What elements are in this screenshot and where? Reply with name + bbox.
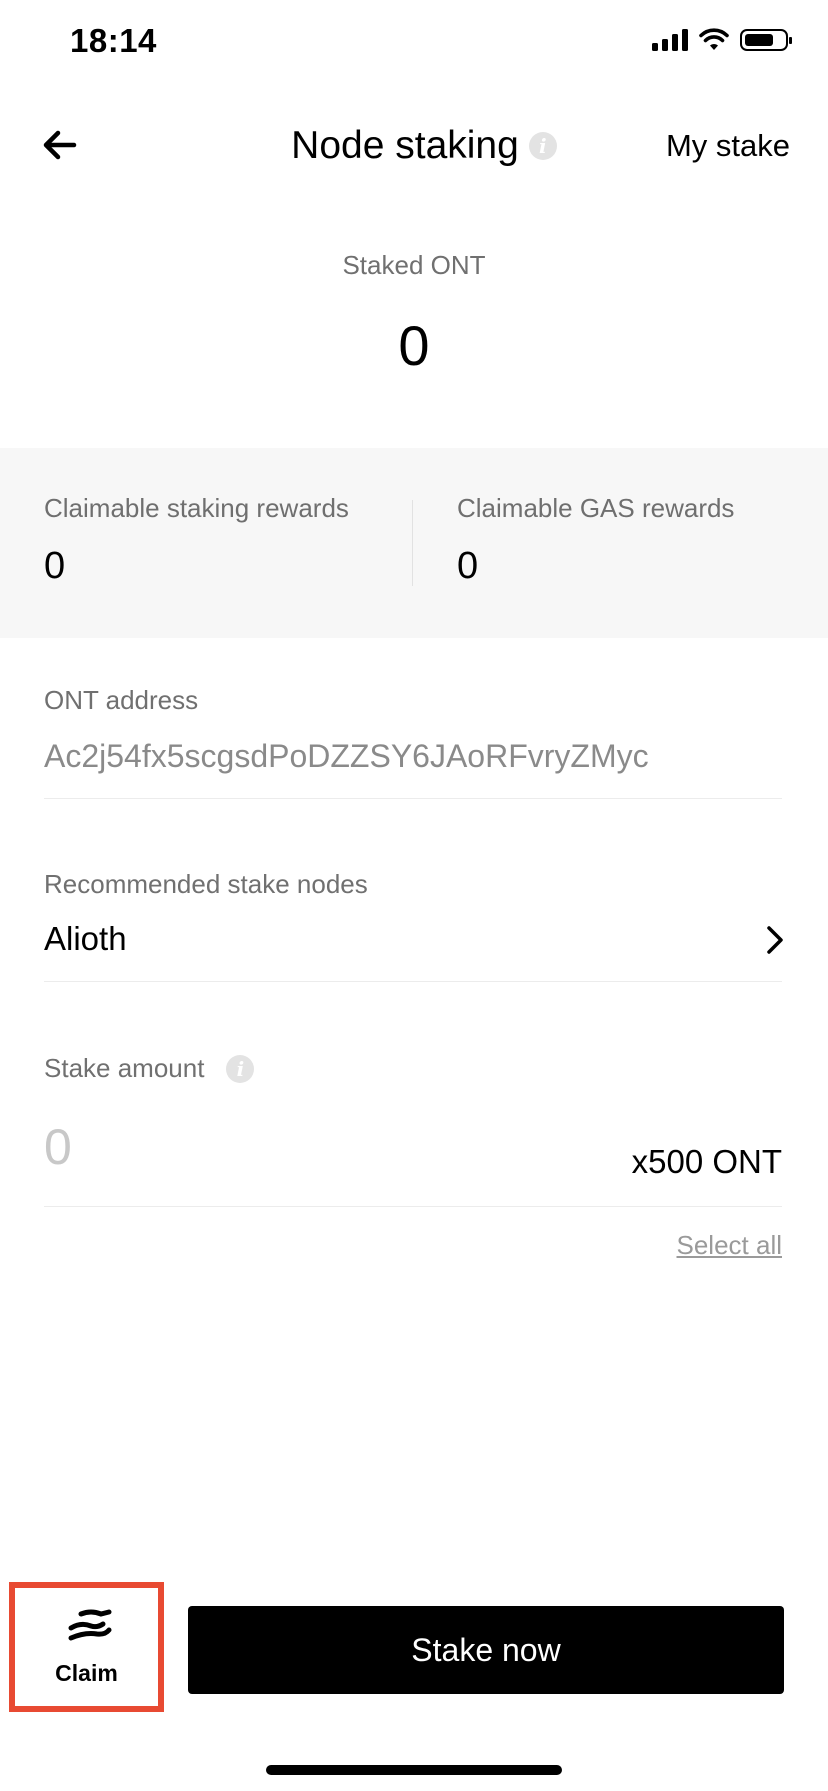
- info-icon[interactable]: i: [528, 132, 557, 160]
- select-all-link[interactable]: Select all: [677, 1230, 783, 1261]
- ont-address-value: Ac2j54fx5scgsdPoDZZSY6JAoRFvryZMyc: [44, 738, 649, 774]
- status-time: 18:14: [70, 22, 157, 59]
- stake-now-button[interactable]: Stake now: [188, 1606, 784, 1694]
- staked-ont-label: Staked ONT: [342, 250, 486, 280]
- stake-amount-label: Stake amount: [44, 1053, 205, 1083]
- staked-ont-value: 0: [398, 314, 430, 377]
- gas-rewards-label: Claimable GAS rewards: [457, 493, 735, 523]
- ont-address-label: ONT address: [44, 685, 199, 715]
- divider: [44, 798, 782, 799]
- stake-amount-input[interactable]: [44, 1118, 524, 1176]
- claim-button[interactable]: Claim: [9, 1582, 164, 1712]
- stake-unit-label: x500 ONT: [631, 1143, 782, 1180]
- stake-now-label: Stake now: [411, 1631, 561, 1668]
- info-icon[interactable]: i: [226, 1054, 255, 1083]
- gas-rewards-value: 0: [457, 545, 479, 587]
- rewards-divider: [412, 500, 413, 586]
- cellular-signal-icon: [652, 29, 688, 51]
- wifi-icon: [699, 28, 729, 50]
- page-title: Node staking i: [291, 124, 557, 168]
- rewards-panel: Claimable staking rewards 0 Claimable GA…: [0, 448, 828, 638]
- battery-icon: [740, 29, 792, 51]
- divider: [44, 981, 782, 982]
- chevron-right-icon[interactable]: [760, 924, 790, 956]
- selected-node[interactable]: Alioth: [44, 920, 127, 958]
- page-title-text: Node staking: [291, 124, 519, 167]
- claim-label: Claim: [55, 1660, 118, 1686]
- divider: [44, 1206, 782, 1207]
- stake-amount-label-row: Stake amount i: [44, 1053, 255, 1084]
- my-stake-link[interactable]: My stake: [666, 128, 790, 164]
- staking-rewards-label: Claimable staking rewards: [44, 493, 349, 523]
- status-icons: [652, 28, 792, 52]
- home-indicator[interactable]: [266, 1765, 562, 1775]
- recommended-nodes-label: Recommended stake nodes: [44, 869, 368, 899]
- staking-rewards-value: 0: [44, 545, 66, 587]
- hand-exchange-icon: [68, 1609, 112, 1641]
